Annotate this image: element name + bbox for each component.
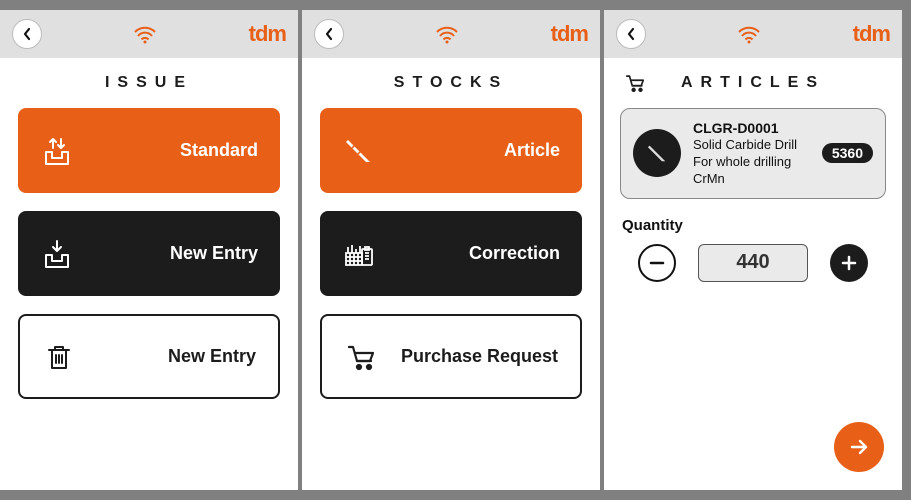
brand-logo: tdm xyxy=(249,21,286,47)
tiles: Article Correction xyxy=(302,108,600,399)
wifi-icon xyxy=(133,24,157,44)
screen-stocks: tdm STOCKS Article xyxy=(302,10,600,490)
title-row: STOCKS xyxy=(302,58,600,108)
plus-icon xyxy=(841,255,857,271)
back-button[interactable] xyxy=(12,19,42,49)
quantity-label: Quantity xyxy=(622,217,884,234)
quantity-input[interactable] xyxy=(698,244,808,282)
drill-bit-icon xyxy=(643,139,671,167)
tile-new-entry[interactable]: New Entry xyxy=(18,211,280,296)
back-button[interactable] xyxy=(616,19,646,49)
chevron-left-icon xyxy=(626,27,636,41)
drill-bit-icon xyxy=(342,134,376,168)
tile-label: New Entry xyxy=(76,346,256,367)
article-thumbnail xyxy=(633,129,681,177)
tile-label: Article xyxy=(376,140,560,161)
arrow-right-icon xyxy=(848,436,870,458)
brand-logo: tdm xyxy=(853,21,890,47)
article-info: CLGR-D0001 Solid Carbide Drill For whole… xyxy=(693,119,810,188)
issue-in-icon xyxy=(40,237,74,271)
article-name: Solid Carbide Drill xyxy=(693,137,810,154)
page-title: ARTICLES xyxy=(681,74,825,92)
issue-out-icon xyxy=(40,134,74,168)
back-button[interactable] xyxy=(314,19,344,49)
cart-icon[interactable] xyxy=(624,72,646,94)
tile-article[interactable]: Article xyxy=(320,108,582,193)
article-id: CLGR-D0001 xyxy=(693,119,810,137)
screen-articles: tdm ARTICLES CLGR-D0001 Solid Carbide Dr… xyxy=(604,10,902,490)
decrement-button[interactable] xyxy=(638,244,676,282)
page-title: STOCKS xyxy=(394,74,508,92)
minus-icon xyxy=(649,255,665,271)
chevron-left-icon xyxy=(22,27,32,41)
increment-button[interactable] xyxy=(830,244,868,282)
article-card[interactable]: CLGR-D0001 Solid Carbide Drill For whole… xyxy=(620,108,886,199)
tile-label: Correction xyxy=(376,243,560,264)
stock-badge: 5360 xyxy=(822,143,873,163)
tile-label: New Entry xyxy=(74,243,258,264)
article-desc: For whole drilling CrMn xyxy=(693,154,810,188)
tiles: Standard New Entry New Entry xyxy=(0,108,298,399)
tile-label: Standard xyxy=(74,140,258,161)
tile-correction[interactable]: Correction xyxy=(320,211,582,296)
cart-icon xyxy=(344,340,378,374)
tile-purchase-request[interactable]: Purchase Request xyxy=(320,314,582,399)
header: tdm xyxy=(604,10,902,58)
title-row: ARTICLES xyxy=(604,58,902,108)
header: tdm xyxy=(0,10,298,58)
tile-trash-entry[interactable]: New Entry xyxy=(18,314,280,399)
trash-icon xyxy=(42,340,76,374)
tile-label: Purchase Request xyxy=(378,346,558,367)
wifi-icon xyxy=(435,24,459,44)
page-title: ISSUE xyxy=(105,74,193,92)
header: tdm xyxy=(302,10,600,58)
title-row: ISSUE xyxy=(0,58,298,108)
wifi-icon xyxy=(737,24,761,44)
next-fab[interactable] xyxy=(834,422,884,472)
tile-standard[interactable]: Standard xyxy=(18,108,280,193)
screen-issue: tdm ISSUE Standard New Entry xyxy=(0,10,298,490)
inventory-icon xyxy=(342,237,376,271)
chevron-left-icon xyxy=(324,27,334,41)
brand-logo: tdm xyxy=(551,21,588,47)
quantity-row xyxy=(604,244,902,282)
